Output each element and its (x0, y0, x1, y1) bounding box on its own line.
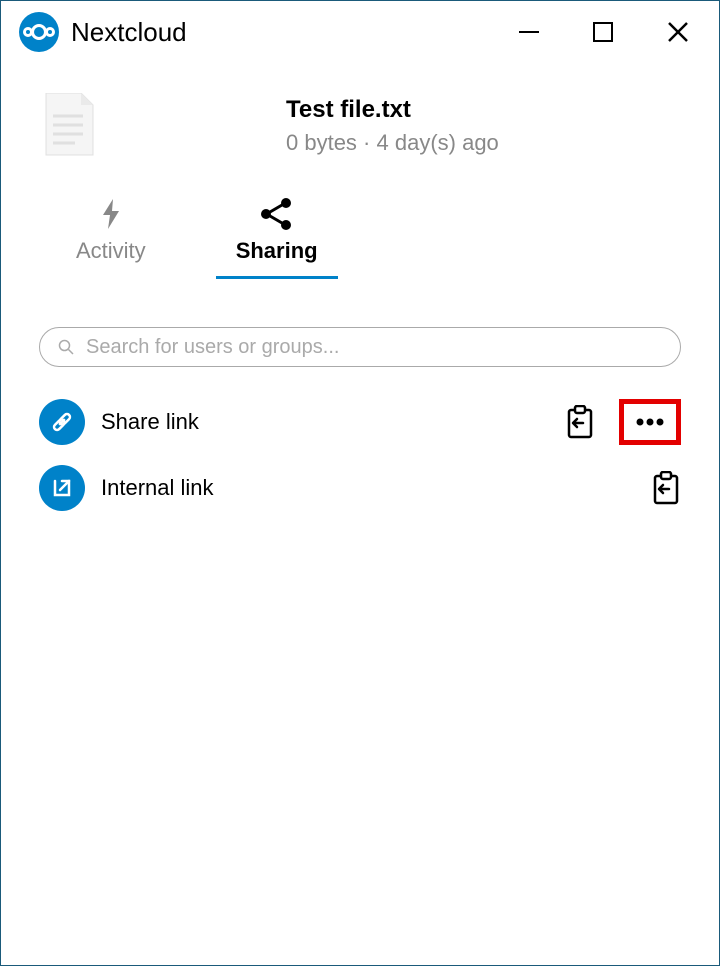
maximize-button[interactable] (591, 19, 615, 45)
link-icon (39, 399, 85, 445)
more-options-button[interactable] (619, 399, 681, 445)
external-link-icon (39, 465, 85, 511)
file-meta: 0 bytes · 4 day(s) ago (286, 130, 499, 156)
search-placeholder: Search for users or groups... (86, 336, 339, 359)
internal-link-actions (651, 471, 681, 505)
tab-activity[interactable]: Activity (56, 188, 166, 279)
tab-activity-label: Activity (76, 238, 146, 264)
file-age: 4 day(s) ago (377, 130, 499, 155)
copy-clipboard-button[interactable] (651, 471, 681, 505)
lightning-icon (99, 196, 123, 232)
search-input[interactable]: Search for users or groups... (39, 327, 681, 367)
file-info: Test file.txt 0 bytes · 4 day(s) ago (286, 96, 499, 156)
close-button[interactable] (665, 19, 691, 45)
search-container: Search for users or groups... (1, 279, 719, 377)
minimize-button[interactable] (517, 19, 541, 45)
tab-sharing-label: Sharing (236, 238, 318, 264)
file-size: 0 bytes (286, 130, 357, 155)
internal-link-label: Internal link (101, 475, 635, 501)
copy-clipboard-button[interactable] (565, 405, 595, 439)
share-list: Share link (1, 377, 719, 533)
file-name: Test file.txt (286, 96, 499, 124)
more-icon (632, 410, 668, 434)
app-title: Nextcloud (71, 17, 517, 48)
clipboard-icon (651, 471, 681, 505)
search-icon (58, 339, 74, 355)
file-icon (41, 93, 96, 158)
nextcloud-logo (19, 12, 59, 52)
tabs: Activity Sharing (1, 178, 719, 279)
share-link-row: Share link (39, 389, 681, 455)
clipboard-icon (565, 405, 595, 439)
tab-sharing[interactable]: Sharing (216, 188, 338, 279)
window-controls (517, 19, 691, 45)
share-link-actions (565, 399, 681, 445)
file-header: Test file.txt 0 bytes · 4 day(s) ago (1, 63, 719, 178)
internal-link-row: Internal link (39, 455, 681, 521)
share-icon (259, 196, 295, 232)
share-link-label: Share link (101, 409, 549, 435)
titlebar: Nextcloud (1, 1, 719, 63)
